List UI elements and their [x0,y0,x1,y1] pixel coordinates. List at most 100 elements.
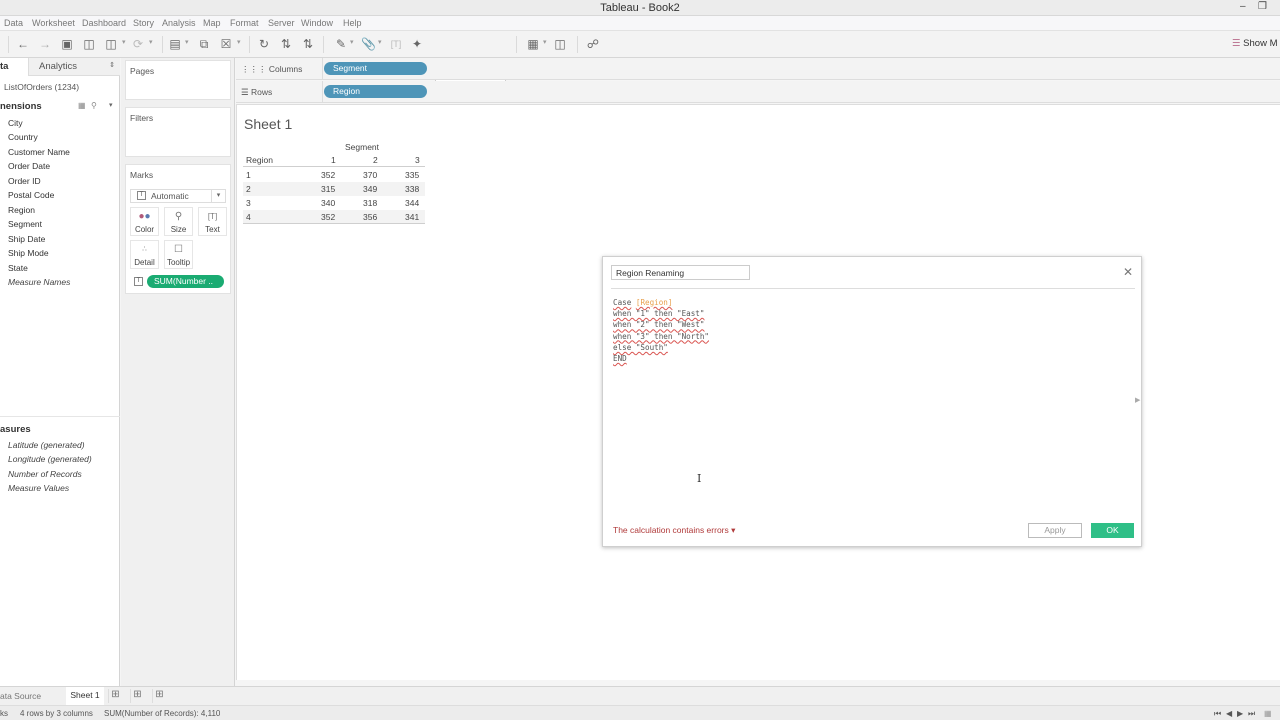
column-header[interactable]: 1 [331,155,336,165]
menu-data[interactable]: Data [4,18,23,28]
field-latitude[interactable]: Latitude (generated) [8,440,85,450]
show-me-button[interactable]: ☰ Show M [1232,38,1278,49]
field-longitude[interactable]: Longitude (generated) [8,454,92,464]
column-header[interactable]: 3 [415,155,420,165]
sort-descending-icon[interactable]: ⇅ [301,37,315,51]
new-dashboard-tab-icon[interactable]: ⊞ [130,689,144,703]
field-state[interactable]: State [8,263,28,273]
table-cell[interactable]: 356 [363,212,377,222]
row-header[interactable]: 4 [246,212,251,222]
last-sheet-icon[interactable]: ⏭ [1248,709,1255,719]
field-country[interactable]: Country [8,132,38,142]
menu-help[interactable]: Help [343,18,362,28]
table-cell[interactable]: 352 [321,170,335,180]
column-header[interactable]: 2 [373,155,378,165]
detail-button[interactable]: ∴ Detail [130,240,159,269]
field-ship-date[interactable]: Ship Date [8,234,45,244]
filters-card[interactable]: Filters [125,107,231,157]
field-city[interactable]: City [8,118,23,128]
color-button[interactable]: ●● Color [130,207,159,236]
chevron-down-icon[interactable]: ▾ [122,38,126,46]
grid-view-icon[interactable]: ▦ [78,101,86,110]
field-order-date[interactable]: Order Date [8,161,50,171]
field-postal-code[interactable]: Postal Code [8,190,54,200]
field-customer-name[interactable]: Customer Name [8,147,70,157]
close-icon[interactable]: ✕ [1123,265,1133,279]
field-order-id[interactable]: Order ID [8,176,41,186]
chevron-down-icon[interactable]: ▾ [109,101,113,109]
menu-window[interactable]: Window [301,18,333,28]
clear-sheet-icon[interactable]: ☒ [219,37,233,51]
formula-editor[interactable]: Case [Region] when "1" then "East" when … [613,297,709,364]
chevron-down-icon[interactable]: ▾ [237,38,241,46]
field-measure-values[interactable]: Measure Values [8,483,69,493]
new-datasource-icon[interactable]: ◫ [82,37,96,51]
highlight-icon[interactable]: ✎ [334,37,348,51]
ok-button[interactable]: OK [1091,523,1134,538]
duplicate-sheet-icon[interactable]: ⧉ [197,37,211,51]
new-worksheet-tab-icon[interactable]: ⊞ [108,689,122,703]
table-cell[interactable]: 338 [405,184,419,194]
pin-icon[interactable]: ✦ [410,37,424,51]
field-number-of-records[interactable]: Number of Records [8,469,82,479]
table-cell[interactable]: 315 [321,184,335,194]
tooltip-button[interactable]: ☐ Tooltip [164,240,193,269]
row-header[interactable]: 1 [246,170,251,180]
chevron-down-icon[interactable]: ▾ [543,38,547,46]
pages-card[interactable]: Pages [125,60,231,100]
chevron-down-icon[interactable]: ▾ [149,38,153,46]
share-icon[interactable]: ☍ [586,37,600,51]
menu-analysis[interactable]: Analysis [162,18,196,28]
size-button[interactable]: ⚲ Size [164,207,193,236]
row-header[interactable]: 2 [246,184,251,194]
table-cell[interactable]: 349 [363,184,377,194]
table-cell[interactable]: 341 [405,212,419,222]
column-field-header[interactable]: Segment [345,142,379,152]
table-cell[interactable]: 370 [363,170,377,180]
chevron-down-icon[interactable]: ▾ [378,38,382,46]
tab-sheet-1[interactable]: Sheet 1 [66,687,104,706]
search-icon[interactable]: ⚲ [91,101,97,110]
columns-shelf[interactable]: ⋮⋮⋮ Columns Segment [236,58,1280,80]
tab-data-source[interactable]: ata Source [0,691,41,701]
save-icon[interactable]: ▣ [60,37,74,51]
presentation-icon[interactable]: ◫ [553,37,567,51]
mark-type-select[interactable]: T Automatic ▾ [130,189,226,203]
pause-updates-icon[interactable]: ◫ [104,37,118,51]
labels-icon[interactable]: [T] [389,37,403,51]
segment-pill[interactable]: Segment [324,62,427,75]
calculation-name-input[interactable] [611,265,750,280]
previous-sheet-icon[interactable]: ◀ [1226,709,1232,718]
table-cell[interactable]: 318 [363,198,377,208]
table-cell[interactable]: 352 [321,212,335,222]
next-sheet-icon[interactable]: ▶ [1237,709,1243,718]
field-ship-mode[interactable]: Ship Mode [8,248,49,258]
table-cell[interactable]: 340 [321,198,335,208]
rows-shelf[interactable]: ☰ Rows Region [236,81,1280,103]
menu-server[interactable]: Server [268,18,295,28]
swap-icon[interactable]: ↻ [257,37,271,51]
menu-dashboard[interactable]: Dashboard [82,18,126,28]
forward-icon[interactable]: → [38,37,52,51]
new-worksheet-icon[interactable]: ▤ [168,37,182,51]
group-icon[interactable]: 📎 [361,37,376,51]
field-measure-names[interactable]: Measure Names [8,277,70,287]
menu-story[interactable]: Story [133,18,154,28]
table-cell[interactable]: 335 [405,170,419,180]
refresh-icon[interactable]: ⟳ [131,37,145,51]
view-cards-icon[interactable]: ▦ [526,37,540,51]
menu-format[interactable]: Format [230,18,259,28]
sheet-title[interactable]: Sheet 1 [244,116,292,132]
row-header[interactable]: 3 [246,198,251,208]
menu-worksheet[interactable]: Worksheet [32,18,75,28]
sum-number-of-records-pill[interactable]: SUM(Number .. [147,275,224,288]
tab-analytics[interactable]: Analytics ⇕ [28,58,120,76]
field-segment[interactable]: Segment [8,219,42,229]
sheet-sorter-icon[interactable]: ▦ [1264,709,1272,718]
row-field-header[interactable]: Region [246,155,273,165]
first-sheet-icon[interactable]: ⏮ [1214,709,1221,719]
back-icon[interactable]: ← [16,37,30,51]
menu-map[interactable]: Map [203,18,221,28]
restore-icon[interactable]: ❐ [1258,1,1267,12]
tab-data[interactable]: ta [0,58,28,76]
